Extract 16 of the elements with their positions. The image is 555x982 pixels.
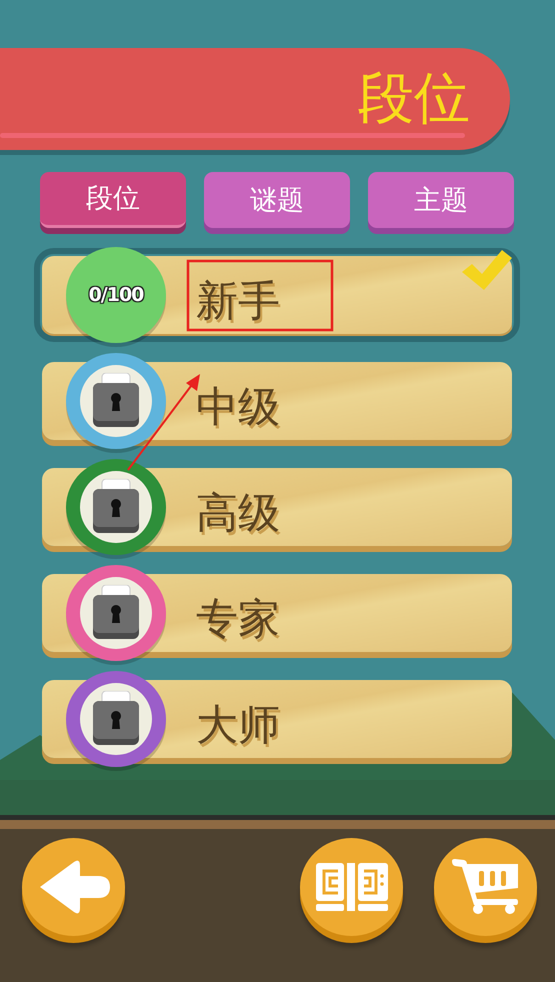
level-name: 高级 [196, 492, 280, 534]
level-plank[interactable]: 中级 [42, 350, 512, 452]
progress-count: 0/100 [88, 282, 144, 308]
level-plank[interactable]: 0/100 新手 [42, 244, 512, 346]
level-name: 中级 [196, 386, 280, 428]
level-name: 大师 [196, 704, 280, 746]
level-plank[interactable]: 大师 [42, 668, 512, 770]
level-plank[interactable]: 高级 [42, 456, 512, 558]
tab[interactable]: 主题 [368, 172, 514, 228]
cart-icon [452, 859, 520, 915]
level-name: 专家 [196, 598, 280, 640]
page-title: 段位 [358, 71, 470, 127]
level-plank[interactable]: 专家 [42, 562, 512, 664]
level-name: 新手 [196, 280, 280, 322]
tab[interactable]: 谜题 [204, 172, 350, 228]
book-icon [316, 863, 388, 911]
